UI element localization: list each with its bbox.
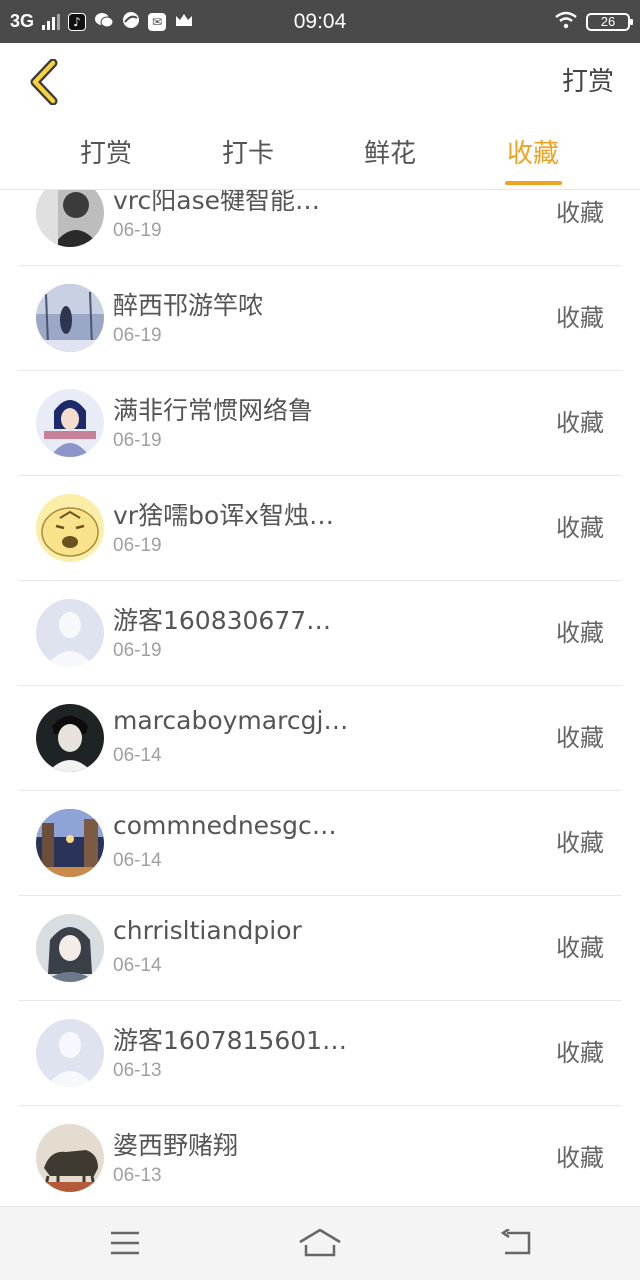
list-item[interactable]: vr猞嚅bo诨x智烛… 06-19 收藏 [18, 476, 622, 581]
row-action-label: 收藏 [556, 304, 604, 332]
list-item[interactable]: chrrisltiandpior 06-14 收藏 [18, 896, 622, 1001]
list-item[interactable]: marcaboymarcgj… 06-14 收藏 [18, 686, 622, 791]
date: 06-19 [113, 325, 162, 346]
menu-icon [111, 1231, 139, 1255]
list-item[interactable]: 满非行常惯网络鲁 06-19 收藏 [18, 371, 622, 476]
user-name: 游客1607815601… [113, 1026, 348, 1055]
user-name: chrrisltiandpior [113, 916, 302, 945]
favorites-list: vrc阳ase犍智能… 06-19 收藏 醉西邗游竿哝 06-19 收藏 满非行… [0, 190, 640, 1206]
active-tab-indicator [505, 181, 562, 185]
date: 06-19 [113, 640, 162, 661]
row-action-label: 收藏 [556, 514, 604, 542]
user-name: 醉西邗游竿哝 [113, 291, 264, 320]
date: 06-14 [113, 850, 162, 871]
list-item[interactable]: vrc阳ase犍智能… 06-19 收藏 [18, 190, 622, 266]
date: 06-19 [113, 535, 162, 556]
user-name: 婆西野赌翔 [113, 1131, 239, 1160]
list-item[interactable]: commnednesgc… 06-14 收藏 [18, 791, 622, 896]
date: 06-13 [113, 1165, 162, 1186]
avatar [36, 1124, 104, 1192]
row-action-label: 收藏 [556, 724, 604, 752]
status-bar: 3G ♪ ✉ 09:04 26 [0, 0, 640, 43]
row-action-label: 收藏 [556, 409, 604, 437]
home-button[interactable] [298, 1225, 342, 1261]
row-action-label: 收藏 [556, 829, 604, 857]
user-name: vr猞嚅bo诨x智烛… [113, 501, 335, 530]
row-action-label: 收藏 [556, 199, 604, 227]
top-bar: 打赏 [0, 43, 640, 121]
back-button[interactable] [18, 55, 68, 109]
avatar [36, 704, 104, 772]
user-name: 游客160830677… [113, 606, 332, 635]
avatar [36, 190, 104, 247]
avatar [36, 1019, 104, 1087]
tab-checkin[interactable]: 打卡 [188, 121, 308, 189]
user-name: marcaboymarcgj… [113, 706, 349, 735]
avatar [36, 914, 104, 982]
chevron-left-icon [30, 59, 58, 105]
avatar [36, 809, 104, 877]
row-action-label: 收藏 [556, 1144, 604, 1172]
avatar [36, 389, 104, 457]
date: 06-14 [113, 955, 162, 976]
date: 06-14 [113, 745, 162, 766]
list-item[interactable]: 游客1607815601… 06-13 收藏 [18, 1001, 622, 1106]
date: 06-13 [113, 1060, 162, 1081]
back-nav-button[interactable] [496, 1225, 536, 1261]
date: 06-19 [113, 430, 162, 451]
reward-button[interactable]: 打赏 [562, 43, 614, 121]
avatar [36, 494, 104, 562]
tab-bar: 打赏 打卡 鲜花 收藏 [0, 121, 640, 190]
wifi-icon [554, 11, 578, 33]
tab-reward[interactable]: 打赏 [46, 121, 166, 189]
date: 06-19 [113, 220, 162, 241]
row-action-label: 收藏 [556, 1039, 604, 1067]
user-name: 满非行常惯网络鲁 [113, 396, 314, 425]
status-right: 26 [554, 0, 633, 43]
avatar [36, 599, 104, 667]
menu-button[interactable] [105, 1225, 145, 1261]
back-icon [500, 1229, 531, 1255]
list-item[interactable]: 醉西邗游竿哝 06-19 收藏 [18, 266, 622, 371]
row-action-label: 收藏 [556, 619, 604, 647]
list-item[interactable]: 婆西野赌翔 06-13 收藏 [18, 1106, 622, 1206]
user-name: commnednesgc… [113, 811, 337, 840]
avatar [36, 284, 104, 352]
battery-icon: 26 [586, 12, 633, 31]
list-item[interactable]: 游客160830677… 06-19 收藏 [18, 581, 622, 686]
home-icon [299, 1228, 341, 1257]
clock: 09:04 [293, 10, 347, 33]
row-action-label: 收藏 [556, 934, 604, 962]
system-nav-bar [0, 1206, 640, 1280]
user-name: vrc阳ase犍智能… [113, 190, 320, 215]
tab-favorites[interactable]: 收藏 [473, 121, 593, 189]
tab-flowers[interactable]: 鲜花 [330, 121, 450, 189]
